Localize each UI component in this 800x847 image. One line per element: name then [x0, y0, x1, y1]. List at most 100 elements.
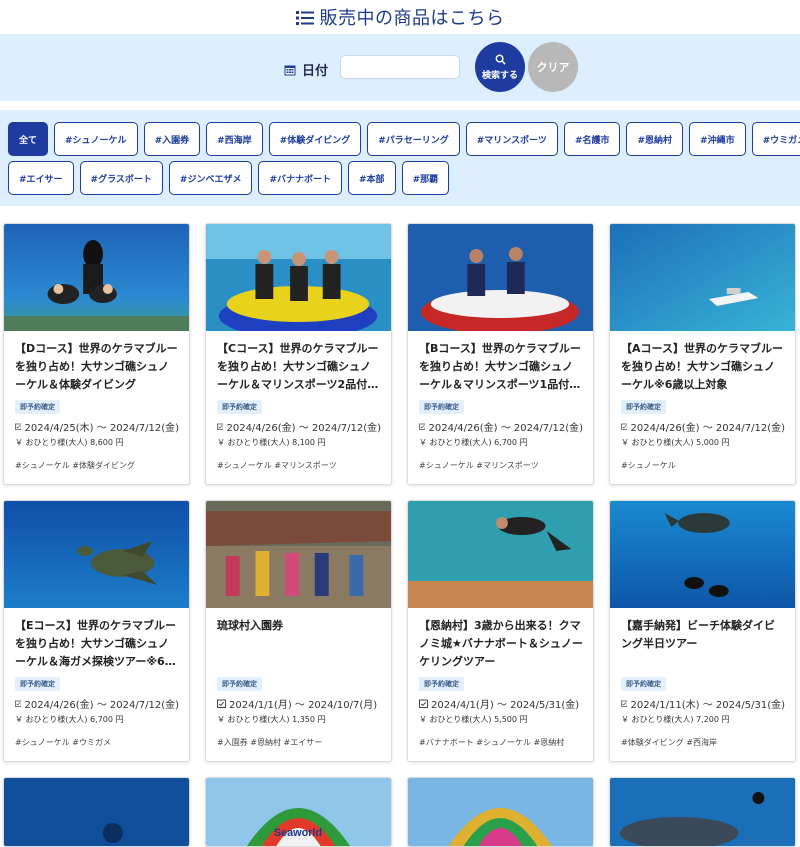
list-icon: [295, 11, 314, 25]
product-price: ￥ おひとり様(大人) 6,700 円: [419, 438, 528, 447]
tag-whale-shark[interactable]: #ジンベエザメ: [168, 161, 253, 195]
search-icon: [495, 54, 506, 65]
instant-confirm-badge: 即予約確定: [621, 677, 666, 691]
product-image-parasail: [408, 778, 593, 846]
product-price: ￥ おひとり様(大人) 8,600 円: [15, 438, 124, 447]
tag-filter-panel: 全て #シュノーケル #入園券 #西海岸 #体験ダイビング #パラセーリング #…: [0, 110, 800, 206]
product-image-diving: [4, 224, 189, 331]
product-card[interactable]: [609, 777, 796, 847]
product-card[interactable]: 【Cコース】世界のケラマブルーを独り占め！大サンゴ礁シュノーケル＆マリンスポーツ…: [205, 223, 392, 485]
tag-west-coast[interactable]: #西海岸: [206, 122, 263, 156]
product-image-boat: [610, 224, 795, 331]
product-image-tube-ride: [206, 224, 391, 331]
instant-confirm-badge: 即予約確定: [217, 400, 262, 414]
product-tags: #バナナボート #シュノーケル #恩納村: [419, 738, 565, 747]
calendar-check-icon: [217, 699, 226, 708]
tag-sea-turtle[interactable]: #ウミガメ: [751, 122, 800, 156]
parasail-caption: Seaworld: [274, 827, 322, 839]
product-title[interactable]: 【Bコース】世界のケラマブルーを独り占め！大サンゴ礁シュノーケル＆マリンスポーツ…: [419, 340, 583, 394]
product-card[interactable]: Seaworld: [205, 777, 392, 847]
product-price: ￥ おひとり様(大人) 6,700 円: [15, 715, 124, 724]
product-card[interactable]: 【嘉手納発】ビーチ体験ダイビング半日ツアー 即予約確定 2024/1/11(木)…: [609, 500, 796, 762]
product-title[interactable]: 【Dコース】世界のケラマブルーを独り占め！大サンゴ礁シュノーケル＆体験ダイビング: [15, 340, 179, 394]
product-dates: 2024/4/25(木) ～ 2024/7/12(金): [15, 419, 179, 434]
tag-row-1: 全て #シュノーケル #入園券 #西海岸 #体験ダイビング #パラセーリング #…: [8, 122, 800, 156]
product-dates: 2024/4/1(月) ～ 2024/5/31(金): [419, 696, 583, 711]
product-image-sea-turtle: [4, 501, 189, 608]
calendar-icon: [284, 65, 296, 75]
tag-admission[interactable]: #入園券: [143, 122, 201, 156]
tag-parasailing[interactable]: #パラセーリング: [367, 122, 460, 156]
calendar-check-icon: [15, 423, 22, 430]
instant-confirm-badge: 即予約確定: [15, 400, 60, 414]
product-card[interactable]: 【恩納村】3歳から出来る！クマノミ城★バナナボート＆シュノーケリングツアー 即予…: [407, 500, 594, 762]
tag-okinawa-city[interactable]: #沖縄市: [689, 122, 746, 156]
product-title[interactable]: 【恩納村】3歳から出来る！クマノミ城★バナナボート＆シュノーケリングツアー: [419, 617, 583, 671]
tag-motobu[interactable]: #本部: [348, 161, 396, 195]
date-label: 日付: [284, 60, 328, 79]
product-card[interactable]: [407, 777, 594, 847]
instant-confirm-badge: 即予約確定: [217, 677, 262, 691]
product-title[interactable]: 【Eコース】世界のケラマブルーを独り占め！大サンゴ礁シュノーケル＆海ガメ探検ツア…: [15, 617, 179, 671]
product-dates: 2024/4/26(金) ～ 2024/7/12(金): [621, 419, 785, 434]
product-card[interactable]: 【Aコース】世界のケラマブルーを独り占め！大サンゴ礁シュノーケル※6歳以上対象 …: [609, 223, 796, 485]
product-image-ryukyu-village: [206, 501, 391, 608]
product-dates: 2024/1/11(木) ～ 2024/5/31(金): [621, 696, 785, 711]
product-image-turtle-divers: [610, 501, 795, 608]
product-image-underwater: [4, 778, 189, 846]
instant-confirm-badge: 即予約確定: [621, 400, 666, 414]
product-price: ￥ おひとり様(大人) 5,000 円: [621, 438, 730, 447]
product-price: ￥ おひとり様(大人) 7,200 円: [621, 715, 730, 724]
product-dates: 2024/4/26(金) ～ 2024/7/12(金): [15, 696, 179, 711]
calendar-check-icon: [15, 700, 22, 707]
product-grid: 【Dコース】世界のケラマブルーを独り占め！大サンゴ礁シュノーケル＆体験ダイビング…: [3, 223, 799, 847]
product-price: ￥ おひとり様(大人) 5,500 円: [419, 715, 528, 724]
search-button[interactable]: 検索する: [475, 42, 525, 92]
search-panel: 日付 検索する クリア: [0, 34, 800, 101]
product-card[interactable]: 【Bコース】世界のケラマブルーを独り占め！大サンゴ礁シュノーケル＆マリンスポーツ…: [407, 223, 594, 485]
product-tags: #シュノーケル #マリンスポーツ: [419, 461, 539, 470]
date-label-text: 日付: [302, 64, 329, 79]
product-image-parasail: Seaworld: [206, 778, 391, 846]
tag-naha[interactable]: #那覇: [401, 161, 450, 195]
product-tags: #シュノーケル #ウミガメ: [15, 738, 111, 747]
calendar-check-icon: [621, 700, 628, 707]
tag-row-2: #エイサー #グラスボート #ジンベエザメ #バナナボート #本部 #那覇: [8, 161, 450, 195]
product-dates: 2024/4/26(金) ～ 2024/7/12(金): [217, 419, 381, 434]
tag-glass-boat[interactable]: #グラスボート: [79, 161, 163, 195]
calendar-check-icon: [419, 699, 428, 708]
product-title[interactable]: 【Cコース】世界のケラマブルーを独り占め！大サンゴ礁シュノーケル＆マリンスポーツ…: [217, 340, 381, 394]
product-dates: 2024/4/26(金) ～ 2024/7/12(金): [419, 419, 583, 434]
instant-confirm-badge: 即予約確定: [15, 677, 60, 691]
tag-all[interactable]: 全て: [8, 122, 49, 156]
product-card[interactable]: 【Dコース】世界のケラマブルーを独り占め！大サンゴ礁シュノーケル＆体験ダイビング…: [3, 223, 190, 485]
product-title[interactable]: 【Aコース】世界のケラマブルーを独り占め！大サンゴ礁シュノーケル※6歳以上対象: [621, 340, 785, 394]
product-image-snorkeling: [408, 501, 593, 608]
tag-marine-sports[interactable]: #マリンスポーツ: [465, 122, 558, 156]
product-dates: 2024/1/1(月) ～ 2024/10/7(月): [217, 696, 381, 711]
product-tags: #入園券 #恩納村 #エイサー: [217, 738, 323, 747]
product-price: ￥ おひとり様(大人) 1,350 円: [217, 715, 326, 724]
clear-button[interactable]: クリア: [528, 42, 578, 92]
tag-snorkel[interactable]: #シュノーケル: [54, 122, 138, 156]
date-input[interactable]: [340, 55, 460, 79]
product-image-tube-ride: [408, 224, 593, 331]
search-button-label: 検索する: [481, 69, 518, 80]
product-tags: #シュノーケル #マリンスポーツ: [217, 461, 337, 470]
tag-trial-diving[interactable]: #体験ダイビング: [268, 122, 362, 156]
product-tags: #シュノーケル #体験ダイビング: [15, 461, 135, 470]
product-card[interactable]: 【Eコース】世界のケラマブルーを独り占め！大サンゴ礁シュノーケル＆海ガメ探検ツア…: [3, 500, 190, 762]
product-title[interactable]: 琉球村入園券: [217, 617, 381, 671]
tag-eisa[interactable]: #エイサー: [8, 161, 74, 195]
product-price: ￥ おひとり様(大人) 8,100 円: [217, 438, 326, 447]
tag-onna[interactable]: #恩納村: [626, 122, 684, 156]
product-title[interactable]: 【嘉手納発】ビーチ体験ダイビング半日ツアー: [621, 617, 785, 671]
page-header: 販売中の商品はこちら: [0, 0, 800, 34]
product-card[interactable]: 琉球村入園券 即予約確定 2024/1/1(月) ～ 2024/10/7(月) …: [205, 500, 392, 762]
instant-confirm-badge: 即予約確定: [419, 677, 464, 691]
product-card[interactable]: [3, 777, 190, 847]
instant-confirm-badge: 即予約確定: [419, 400, 464, 414]
tag-banana-boat[interactable]: #バナナボート: [258, 161, 343, 195]
page-title: 販売中の商品はこちら: [319, 8, 505, 29]
tag-nago[interactable]: #名護市: [563, 122, 621, 156]
